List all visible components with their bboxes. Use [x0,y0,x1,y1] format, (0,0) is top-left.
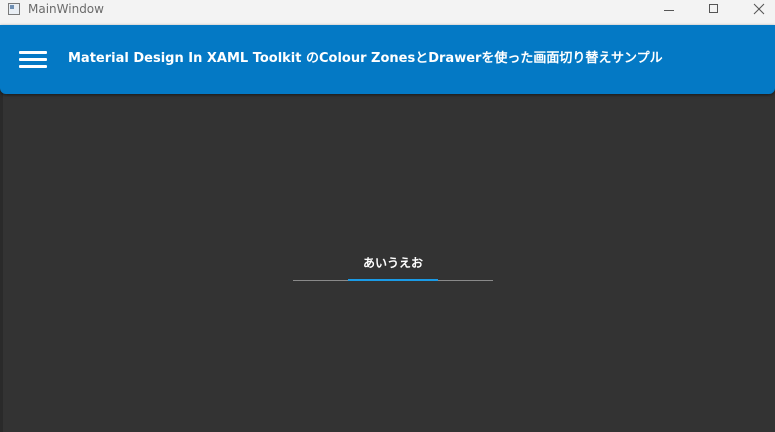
maximize-button[interactable] [691,0,737,20]
header-title: Material Design In XAML Toolkit のColour … [68,51,663,66]
window-title: MainWindow [28,2,104,16]
hamburger-menu-icon [19,51,47,54]
minimize-button[interactable] [646,0,692,20]
tab-aiueo[interactable]: あいうえお [347,256,439,270]
color-zone-header: Material Design In XAML Toolkit のColour … [0,25,775,94]
tab-selected-indicator [348,279,438,281]
hamburger-menu-button[interactable] [19,49,49,71]
app-icon[interactable] [8,3,20,15]
maximize-icon [709,4,718,13]
close-icon [753,3,765,15]
minimize-icon [664,10,674,11]
close-button[interactable] [736,0,775,20]
tab-strip: あいうえお [293,250,493,282]
title-bar: MainWindow [0,0,775,20]
